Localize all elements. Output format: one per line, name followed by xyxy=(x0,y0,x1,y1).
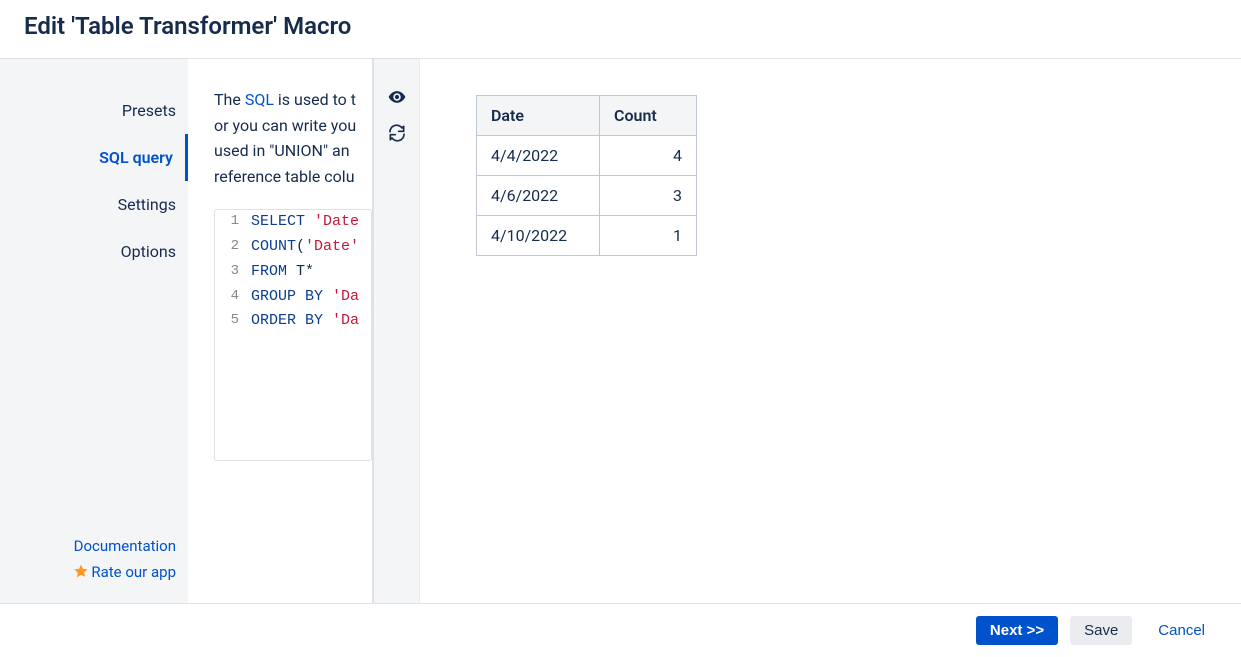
rate-app-label: Rate our app xyxy=(91,563,176,581)
preview-pane: Date Count 4/4/202244/6/202234/10/20221 xyxy=(420,59,1241,603)
cell-count: 3 xyxy=(600,176,697,216)
refresh-icon[interactable] xyxy=(387,123,407,143)
tab-sql-query[interactable]: SQL query xyxy=(0,134,188,181)
rate-app-link[interactable]: Rate our app xyxy=(0,560,176,588)
dialog-footer: Next >> Save Cancel xyxy=(0,603,1241,657)
code-line: 1SELECT 'Date xyxy=(215,210,371,235)
code-text: FROM T* xyxy=(245,260,314,285)
sidebar-tabs: Presets SQL query Settings Options xyxy=(0,87,188,275)
code-text: ORDER BY 'Da xyxy=(245,309,359,334)
cell-count: 4 xyxy=(600,136,697,176)
result-table: Date Count 4/4/202244/6/202234/10/20221 xyxy=(476,95,697,256)
tab-options[interactable]: Options xyxy=(0,228,188,275)
documentation-link[interactable]: Documentation xyxy=(0,534,176,560)
sql-description: The SQL is used to t or you can write yo… xyxy=(214,87,372,189)
dialog-title: Edit 'Table Transformer' Macro xyxy=(24,12,1217,40)
cell-date: 4/6/2022 xyxy=(477,176,600,216)
desc-line-2: or you can write you xyxy=(214,116,356,135)
cell-date: 4/10/2022 xyxy=(477,216,600,256)
cell-count: 1 xyxy=(600,216,697,256)
table-row: 4/10/20221 xyxy=(477,216,697,256)
line-number: 5 xyxy=(215,309,245,334)
star-icon xyxy=(73,562,89,588)
sidebar: Presets SQL query Settings Options Docum… xyxy=(0,59,188,603)
cell-date: 4/4/2022 xyxy=(477,136,600,176)
col-header-count: Count xyxy=(600,96,697,136)
line-number: 3 xyxy=(215,260,245,285)
code-line: 4GROUP BY 'Da xyxy=(215,285,371,310)
code-line: 2COUNT('Date' xyxy=(215,235,371,260)
line-number: 1 xyxy=(215,210,245,235)
desc-text-post: is used to t xyxy=(274,90,356,109)
sql-pane: The SQL is used to t or you can write yo… xyxy=(188,59,374,603)
sidebar-footer: Documentation Rate our app xyxy=(0,534,188,587)
code-line: 3FROM T* xyxy=(215,260,371,285)
sql-link[interactable]: SQL xyxy=(245,90,274,109)
dialog-body: Presets SQL query Settings Options Docum… xyxy=(0,59,1241,603)
tab-settings[interactable]: Settings xyxy=(0,181,188,228)
table-row: 4/6/20223 xyxy=(477,176,697,216)
cancel-button[interactable]: Cancel xyxy=(1144,616,1219,645)
desc-line-4: reference table colu xyxy=(214,167,355,186)
col-header-date: Date xyxy=(477,96,600,136)
code-text: SELECT 'Date xyxy=(245,210,359,235)
code-line: 5ORDER BY 'Da xyxy=(215,309,371,334)
sql-code-editor[interactable]: 1SELECT 'Date2COUNT('Date'3FROM T*4GROUP… xyxy=(214,209,372,461)
next-button[interactable]: Next >> xyxy=(976,616,1058,645)
desc-line-3: used in "UNION" an xyxy=(214,141,350,160)
tab-presets[interactable]: Presets xyxy=(0,87,188,134)
eye-icon[interactable] xyxy=(387,87,407,107)
code-text: COUNT('Date' xyxy=(245,235,359,260)
save-button[interactable]: Save xyxy=(1070,616,1132,645)
line-number: 2 xyxy=(215,235,245,260)
dialog-header: Edit 'Table Transformer' Macro xyxy=(0,0,1241,59)
preview-tool-strip xyxy=(374,59,420,603)
macro-edit-dialog: Edit 'Table Transformer' Macro Presets S… xyxy=(0,0,1241,657)
code-text: GROUP BY 'Da xyxy=(245,285,359,310)
desc-text-pre: The xyxy=(214,90,245,109)
line-number: 4 xyxy=(215,285,245,310)
table-row: 4/4/20224 xyxy=(477,136,697,176)
